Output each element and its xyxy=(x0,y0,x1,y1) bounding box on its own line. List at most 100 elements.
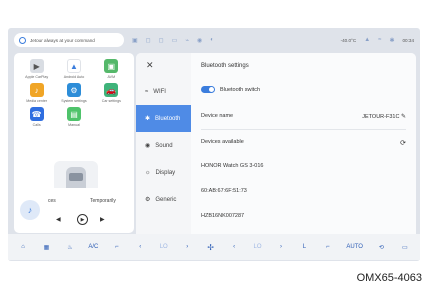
nav-item-bluetooth[interactable]: ✱ Bluetooth xyxy=(136,105,191,132)
nav-label: Sound xyxy=(155,142,173,149)
nav-icon: ◉ xyxy=(145,143,151,149)
nav-item-display[interactable]: ☼ Display xyxy=(136,159,191,186)
device-name-row[interactable]: Device name JETOUR-F31C ✎ xyxy=(191,113,416,120)
temp-right-increase[interactable]: › xyxy=(276,244,286,250)
nav-icon: ⚙ xyxy=(145,197,151,203)
device-name-label: Device name xyxy=(201,113,234,119)
nav-label: WIFI xyxy=(153,88,166,95)
app-icon: ▤ xyxy=(66,107,81,121)
devices-available-row: Devices available ⟳ xyxy=(191,139,416,147)
device-item[interactable]: 60:AB:67:6F:51:73 xyxy=(191,188,416,194)
bluetooth-toggle[interactable] xyxy=(201,86,215,93)
next-track-button[interactable]: ▶ xyxy=(100,216,105,223)
track-title-right: Temporarily xyxy=(90,198,116,204)
device-item[interactable]: HZB16NK007287 xyxy=(191,213,416,219)
signal-icon: ▲ xyxy=(364,37,371,43)
wifi-status-icon: ≈ xyxy=(378,37,382,43)
close-button[interactable]: ✕ xyxy=(136,53,191,78)
app-tile[interactable]: ☎ Calls xyxy=(20,107,53,127)
recirculation-icon[interactable]: ⟲ xyxy=(376,244,386,251)
fan-icon[interactable]: ✢ xyxy=(206,243,216,252)
divider xyxy=(201,129,406,130)
figure-caption: OMX65-4063 xyxy=(356,272,422,284)
apps-panel: ▶ Apple CarPlay ▲ Android Auto ▣ AVM ♪ Media ce… xyxy=(14,53,134,209)
status-icon-4: ⌁ xyxy=(185,37,189,44)
app-label: Manual xyxy=(68,123,80,127)
nav-item-wifi[interactable]: ≈ WIFI xyxy=(136,78,191,105)
temp-left-increase[interactable]: › xyxy=(182,244,192,250)
app-icon: ☎ xyxy=(29,107,44,121)
device-name-value: JETOUR-F31C xyxy=(362,114,400,120)
app-label: Apple CarPlay xyxy=(25,75,49,79)
bluetooth-switch-row[interactable]: Bluetooth switch xyxy=(191,86,416,93)
nav-label: Generic xyxy=(155,196,177,203)
voice-assistant-icon xyxy=(19,36,26,44)
app-tile[interactable]: ▶ Apple CarPlay xyxy=(20,59,53,79)
apps-grid-icon[interactable]: ▦ xyxy=(41,244,51,251)
driver-seat-icon[interactable]: ⌐ xyxy=(112,244,122,250)
settings-nav: ✕ ≈ WIFI ✱ Bluetooth ◉ Sound ☼ Display ⚙ Generic xyxy=(136,53,191,258)
settings-window: ✕ ≈ WIFI ✱ Bluetooth ◉ Sound ☼ Display ⚙ Generic … xyxy=(136,53,416,258)
defrost-icon[interactable]: ▭ xyxy=(400,244,410,251)
app-label: Media center xyxy=(26,99,48,103)
temp-left-decrease[interactable]: ‹ xyxy=(135,244,145,250)
nav-label: Bluetooth xyxy=(155,115,181,122)
ac-button[interactable]: A/C xyxy=(88,244,98,250)
page-title: Bluetooth settings xyxy=(201,63,249,69)
climate-bar: ⌂ ▦ ♨ A/C ⌐ ‹ LO › ✢ ‹ LO › L ⌐ AUTO ⟲ ▭ xyxy=(8,234,420,260)
home-icon[interactable]: ⌂ xyxy=(18,244,28,250)
album-art-icon[interactable]: ♪ xyxy=(20,200,40,220)
app-icon: ▣ xyxy=(104,59,119,73)
music-widget: ♪ ces Temporarily ◀ ▶ ▶ xyxy=(14,188,134,233)
app-label: Car settings xyxy=(101,99,121,103)
phone-status-icon: ▣ xyxy=(132,37,138,44)
temp-right-decrease[interactable]: ‹ xyxy=(229,244,239,250)
device-item[interactable]: HONOR Watch GS 3-016 xyxy=(191,163,416,169)
seat-heat-icon[interactable]: ♨ xyxy=(65,244,75,251)
infotainment-screen: Jetour always at your command ▣ ◻ ◻ ▭ ⌁ … xyxy=(8,28,420,261)
bluetooth-switch-label: Bluetooth switch xyxy=(220,86,261,93)
nav-icon: ✱ xyxy=(145,116,151,122)
nav-icon: ≈ xyxy=(145,88,149,95)
status-icon-2: ◻ xyxy=(158,37,164,44)
app-icon: ♪ xyxy=(29,83,44,97)
app-icon: 🚗 xyxy=(104,83,119,97)
play-button[interactable]: ▶ xyxy=(77,214,88,225)
app-tile[interactable]: 🚗 Car settings xyxy=(95,83,128,103)
voice-assistant-pill[interactable]: Jetour always at your command xyxy=(14,33,124,47)
previous-track-button[interactable]: ◀ xyxy=(56,216,61,223)
voice-assistant-text: Jetour always at your command xyxy=(30,37,95,43)
app-icon: ▶ xyxy=(29,59,44,73)
app-tile[interactable]: ▲ Android Auto xyxy=(57,59,90,79)
track-title-left: ces xyxy=(48,198,56,204)
app-label: System settings xyxy=(61,99,87,103)
nav-item-sound[interactable]: ◉ Sound xyxy=(136,132,191,159)
app-label: AVM xyxy=(107,75,116,79)
bluetooth-settings-panel: Bluetooth settings Bluetooth switch Devi… xyxy=(191,53,416,258)
auto-button[interactable]: AUTO xyxy=(346,244,363,250)
clock: 00:34 xyxy=(402,37,415,43)
app-tile[interactable]: ▣ AVM xyxy=(95,59,128,79)
status-icon-6: ◐ xyxy=(210,37,214,43)
nav-label: Display xyxy=(155,169,176,176)
app-icon: ⚙ xyxy=(66,83,81,97)
passenger-seat-icon[interactable]: L xyxy=(299,244,309,250)
temp-right-value: LO xyxy=(253,244,262,250)
passenger-seat-icon-2[interactable]: ⌐ xyxy=(323,244,333,250)
temperature-readout: -40.0°C xyxy=(340,37,357,43)
app-icon: ▲ xyxy=(66,59,81,73)
status-icon-3: ▭ xyxy=(171,37,178,44)
status-icon-1: ◻ xyxy=(145,37,151,44)
temp-left-value: LO xyxy=(159,244,168,250)
nav-item-generic[interactable]: ⚙ Generic xyxy=(136,186,191,213)
edit-icon[interactable]: ✎ xyxy=(401,114,406,120)
status-bar: Jetour always at your command ▣ ◻ ◻ ▭ ⌁ … xyxy=(8,28,420,52)
bluetooth-status-icon: ✱ xyxy=(389,37,395,44)
refresh-icon[interactable]: ⟳ xyxy=(400,139,406,147)
status-icon-5: ◉ xyxy=(196,37,203,44)
devices-available-label: Devices available xyxy=(201,139,244,145)
app-tile[interactable]: ♪ Media center xyxy=(20,83,53,103)
app-tile[interactable]: ▤ Manual xyxy=(57,107,90,127)
app-label: Calls xyxy=(32,123,41,127)
app-tile[interactable]: ⚙ System settings xyxy=(57,83,90,103)
